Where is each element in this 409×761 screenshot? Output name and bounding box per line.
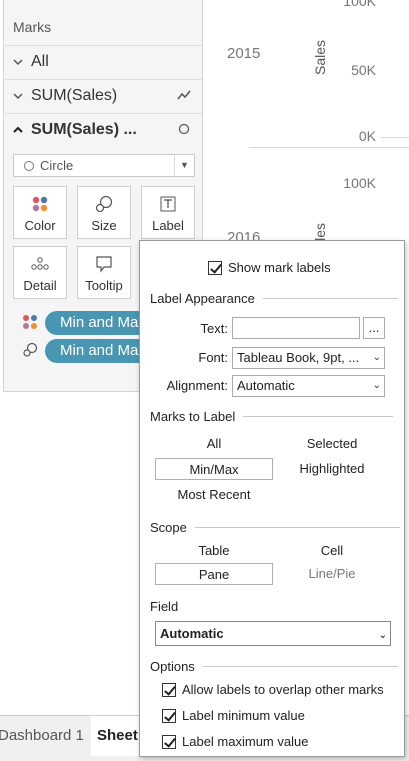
label-minimum-row[interactable]: Label minimum value — [162, 708, 305, 723]
scope-option-cell[interactable]: Cell — [273, 540, 391, 562]
text-field-label: Text: — [200, 321, 228, 336]
options-heading: Options — [150, 659, 398, 674]
marks-to-label-heading: Marks to Label — [150, 409, 394, 424]
field-dropdown[interactable]: Automatic ⌄ — [155, 621, 391, 646]
circle-icon — [24, 160, 34, 171]
label-label: Label — [152, 218, 184, 233]
marks-row-all[interactable]: All — [5, 45, 202, 77]
y-tick: 0K — [358, 128, 376, 144]
allow-overlap-checkbox[interactable] — [162, 682, 176, 697]
marks-title: Marks — [13, 19, 52, 35]
y-tick: 100K — [343, 0, 376, 9]
pane-divider — [249, 147, 409, 148]
chevron-up-icon[interactable] — [5, 123, 31, 137]
chevron-down-icon: ⌄ — [378, 630, 387, 641]
size-button[interactable]: Size — [77, 186, 131, 239]
year-label: 2015 — [227, 45, 261, 62]
divider — [243, 416, 394, 417]
zero-gridline — [381, 137, 409, 138]
detail-icon — [14, 247, 66, 275]
color-button[interactable]: Color — [13, 186, 67, 239]
text-label-icon — [142, 187, 194, 215]
allow-overlap-row[interactable]: Allow labels to overlap other marks — [162, 682, 384, 697]
alignment-value: Automatic — [237, 378, 295, 393]
y-tick: 100K — [343, 175, 376, 191]
dropdown-arrow-icon[interactable]: ▼ — [174, 155, 194, 176]
scope-option-line-pie[interactable]: Line/Pie — [273, 563, 391, 585]
marks-option-highlighted[interactable]: Highlighted — [273, 458, 391, 480]
y-tick: 50K — [351, 62, 376, 78]
font-value: Tableau Book, 9pt, ... — [237, 350, 360, 365]
text-ellipsis-button[interactable]: ... — [363, 317, 385, 339]
color-icon — [14, 187, 66, 215]
font-field-label: Font: — [198, 350, 228, 365]
chevron-down-icon: ⌄ — [372, 380, 381, 391]
mark-type-dropdown[interactable]: Circle ▼ — [13, 154, 195, 177]
detail-button[interactable]: Detail — [13, 246, 67, 299]
marks-row-sum-sales-circle[interactable]: SUM(Sales) ... — [5, 113, 202, 145]
section-title: Label Appearance — [150, 291, 255, 306]
chevron-down-icon[interactable] — [5, 55, 31, 69]
field-value: Automatic — [160, 626, 224, 641]
allow-overlap-text: Allow labels to overlap other marks — [182, 682, 384, 697]
mark-type-value: Circle — [40, 158, 74, 173]
marks-row-label: SUM(Sales) — [31, 86, 118, 104]
section-title: Options — [150, 659, 195, 674]
label-minimum-text: Label minimum value — [182, 708, 305, 723]
divider — [194, 527, 400, 528]
size-icon — [78, 187, 130, 215]
text-input[interactable] — [232, 317, 360, 339]
marks-row-label: All — [31, 52, 49, 70]
scope-option-table[interactable]: Table — [155, 540, 273, 562]
alignment-dropdown[interactable]: Automatic ⌄ — [232, 375, 385, 397]
tooltip-button[interactable]: Tooltip — [77, 246, 131, 299]
circle-mark-icon — [178, 123, 190, 135]
show-mark-labels-row[interactable]: Show mark labels — [208, 260, 331, 275]
label-button[interactable]: Label — [141, 186, 195, 239]
divider — [262, 298, 398, 299]
marks-row-label: SUM(Sales) ... — [31, 120, 137, 138]
chevron-down-icon[interactable] — [5, 89, 31, 103]
section-title: Marks to Label — [150, 409, 236, 424]
scope-heading: Scope — [150, 520, 400, 535]
marks-row-sum-sales-line[interactable]: SUM(Sales) — [5, 79, 202, 111]
marks-option-min-max[interactable]: Min/Max — [155, 458, 273, 480]
color-label: Color — [24, 218, 56, 233]
label-appearance-heading: Label Appearance — [150, 291, 398, 306]
scope-option-pane[interactable]: Pane — [155, 563, 273, 585]
show-mark-labels-text: Show mark labels — [228, 260, 331, 275]
show-mark-labels-checkbox[interactable] — [208, 260, 222, 275]
detail-label: Detail — [23, 278, 57, 293]
font-dropdown[interactable]: Tableau Book, 9pt, ... ⌄ — [232, 347, 385, 369]
divider — [202, 666, 398, 667]
tooltip-icon — [78, 247, 130, 275]
size-label: Size — [91, 218, 117, 233]
line-mark-icon — [177, 90, 191, 100]
field-heading: Field — [150, 599, 178, 614]
chevron-down-icon: ⌄ — [372, 352, 381, 363]
tooltip-label: Tooltip — [85, 278, 123, 293]
marks-option-selected[interactable]: Selected — [273, 433, 391, 455]
size-encoding-icon — [23, 342, 38, 357]
label-maximum-text: Label maximum value — [182, 734, 309, 749]
label-maximum-checkbox[interactable] — [162, 734, 176, 749]
alignment-field-label: Alignment: — [166, 378, 228, 393]
tab-sheet[interactable]: Sheet — [91, 716, 144, 756]
marks-option-most-recent[interactable]: Most Recent — [155, 484, 273, 506]
marks-option-all[interactable]: All — [155, 433, 273, 455]
label-popup: Show mark labels Label Appearance Text: … — [139, 240, 405, 757]
label-minimum-checkbox[interactable] — [162, 708, 176, 723]
color-encoding-icon — [23, 315, 37, 329]
tab-dashboard-1[interactable]: Dashboard 1 — [0, 716, 90, 756]
section-title: Scope — [150, 520, 187, 535]
section-title: Field — [150, 599, 179, 614]
label-maximum-row[interactable]: Label maximum value — [162, 734, 308, 749]
